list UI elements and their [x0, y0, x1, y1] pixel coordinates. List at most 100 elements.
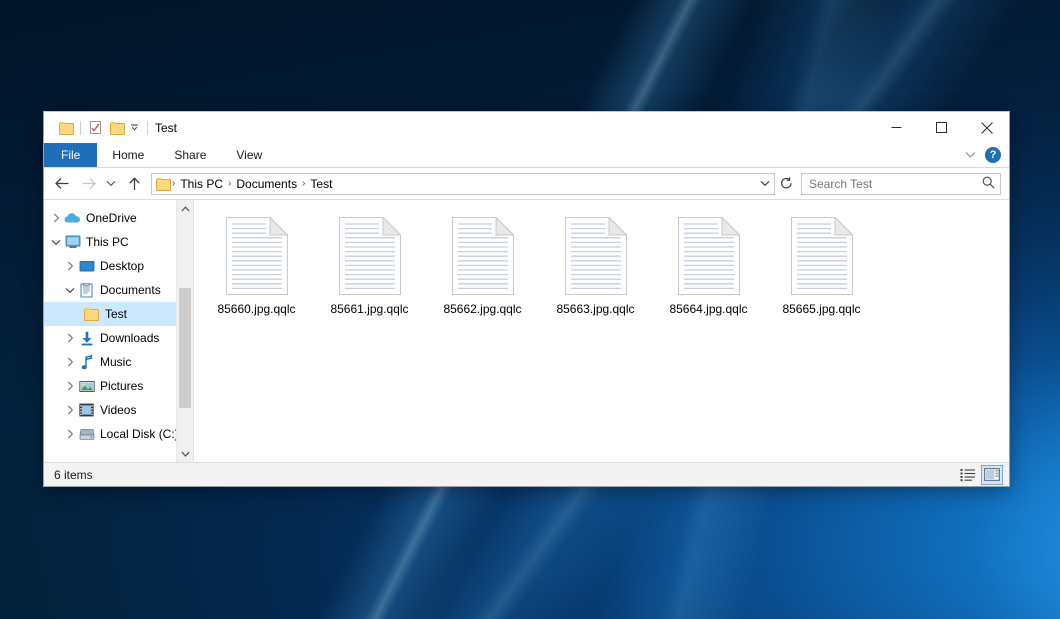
sidebar-item-label: This PC [86, 235, 129, 249]
new-folder-icon[interactable] [106, 117, 127, 138]
tab-home[interactable]: Home [97, 143, 159, 167]
chevron-right-icon[interactable] [62, 258, 78, 274]
folder-icon[interactable] [55, 117, 76, 138]
sidebar-item-label: Test [105, 307, 127, 321]
close-button[interactable] [964, 112, 1009, 143]
sidebar-item-label: Music [100, 355, 131, 369]
scroll-down-arrow-icon[interactable] [177, 445, 194, 462]
view-mode-buttons [957, 465, 1003, 485]
chevron-right-icon[interactable] [62, 426, 78, 442]
sidebar-item-desktop[interactable]: Desktop [44, 254, 193, 278]
list-item[interactable]: 85664.jpg.qqlc [652, 210, 765, 326]
file-list[interactable]: 85660.jpg.qqlc [194, 200, 1009, 462]
ribbon-right-controls: ? [960, 143, 1009, 167]
breadcrumb-documents[interactable]: Documents [232, 174, 301, 194]
sidebar-item-label: Documents [100, 283, 161, 297]
sidebar-item-label: Local Disk (C:) [100, 427, 179, 441]
list-item[interactable]: 85662.jpg.qqlc [426, 210, 539, 326]
search-input[interactable]: Search Test [801, 173, 1001, 195]
generic-document-icon [443, 214, 523, 298]
window-title: Test [155, 121, 177, 135]
tab-file[interactable]: File [44, 143, 97, 167]
sidebar-item-local-disk-c[interactable]: Local Disk (C:) [44, 422, 193, 446]
file-name: 85660.jpg.qqlc [217, 302, 295, 316]
properties-icon[interactable] [85, 117, 106, 138]
breadcrumb-folder-icon [156, 178, 169, 189]
forward-button[interactable] [75, 172, 101, 196]
tab-view[interactable]: View [221, 143, 277, 167]
breadcrumb-dropdown-chevron-icon[interactable] [756, 174, 774, 194]
maximize-button[interactable] [919, 112, 964, 143]
file-name: 85661.jpg.qqlc [330, 302, 408, 316]
file-name: 85665.jpg.qqlc [782, 302, 860, 316]
chevron-right-icon[interactable] [62, 354, 78, 370]
list-item[interactable]: 85660.jpg.qqlc [200, 210, 313, 326]
chevron-down-icon[interactable] [62, 282, 78, 298]
generic-document-icon [217, 214, 297, 298]
list-item[interactable]: 85663.jpg.qqlc [539, 210, 652, 326]
list-item[interactable]: 85661.jpg.qqlc [313, 210, 426, 326]
up-button[interactable] [121, 172, 147, 196]
help-icon[interactable]: ? [985, 147, 1001, 163]
address-bar: › This PC › Documents › Test [44, 168, 1009, 199]
scrollbar-thumb[interactable] [179, 288, 191, 408]
qat-separator-1 [80, 121, 81, 135]
folder-tree: OneDrive This PC [44, 200, 193, 446]
chevron-right-icon[interactable] [62, 330, 78, 346]
sidebar-item-label: Downloads [100, 331, 159, 345]
file-explorer-window: Test [43, 111, 1010, 487]
search-placeholder: Search Test [809, 177, 982, 191]
list-item[interactable]: 85665.jpg.qqlc [765, 210, 878, 326]
navigation-pane: OneDrive This PC [44, 200, 194, 462]
scroll-up-arrow-icon[interactable] [177, 200, 194, 217]
onedrive-cloud-icon [64, 210, 81, 226]
title-bar: Test [44, 112, 1009, 143]
qat-separator-2 [147, 121, 148, 135]
sidebar-item-label: OneDrive [86, 211, 137, 225]
sidebar-item-this-pc[interactable]: This PC [44, 230, 193, 254]
chevron-down-icon[interactable] [48, 234, 64, 250]
minimize-button[interactable] [874, 112, 919, 143]
generic-document-icon [330, 214, 410, 298]
generic-document-icon [782, 214, 862, 298]
sidebar-item-onedrive[interactable]: OneDrive [44, 206, 193, 230]
sidebar-item-pictures[interactable]: Pictures [44, 374, 193, 398]
search-icon[interactable] [982, 176, 995, 192]
generic-document-icon [556, 214, 636, 298]
chevron-right-icon[interactable] [48, 210, 64, 226]
large-icons-view-button[interactable] [981, 465, 1003, 485]
recent-locations-chevron-icon[interactable] [101, 172, 121, 196]
chevron-right-icon[interactable] [62, 378, 78, 394]
chevron-down-icon[interactable] [127, 117, 141, 138]
hard-drive-icon [78, 426, 95, 442]
quick-access-toolbar: Test [44, 117, 177, 138]
downloads-arrow-icon [78, 330, 95, 346]
pictures-icon [78, 378, 95, 394]
sidebar-item-label: Desktop [100, 259, 144, 273]
status-bar: 6 items [44, 462, 1009, 486]
file-name: 85663.jpg.qqlc [556, 302, 634, 316]
expand-ribbon-chevron-icon[interactable] [960, 145, 980, 165]
sidebar-item-test[interactable]: Test [44, 302, 193, 326]
ribbon-tab-bar: File Home Share View ? [44, 143, 1009, 168]
generic-document-icon [669, 214, 749, 298]
sidebar-item-videos[interactable]: Videos [44, 398, 193, 422]
refresh-button[interactable] [775, 173, 797, 195]
videos-film-icon [78, 402, 95, 418]
window-body: OneDrive This PC [44, 199, 1009, 462]
sidebar-item-documents[interactable]: Documents [44, 278, 193, 302]
back-button[interactable] [49, 172, 75, 196]
sidebar-item-label: Videos [100, 403, 136, 417]
monitor-icon [64, 234, 81, 250]
tab-share[interactable]: Share [159, 143, 221, 167]
breadcrumb[interactable]: › This PC › Documents › Test [151, 173, 775, 195]
file-name: 85664.jpg.qqlc [669, 302, 747, 316]
sidebar-item-music[interactable]: Music [44, 350, 193, 374]
sidebar-scrollbar[interactable] [176, 200, 193, 462]
breadcrumb-test[interactable]: Test [306, 174, 336, 194]
details-view-button[interactable] [957, 465, 979, 485]
window-controls [874, 112, 1009, 143]
chevron-right-icon[interactable] [62, 402, 78, 418]
sidebar-item-downloads[interactable]: Downloads [44, 326, 193, 350]
breadcrumb-this-pc[interactable]: This PC [176, 174, 227, 194]
